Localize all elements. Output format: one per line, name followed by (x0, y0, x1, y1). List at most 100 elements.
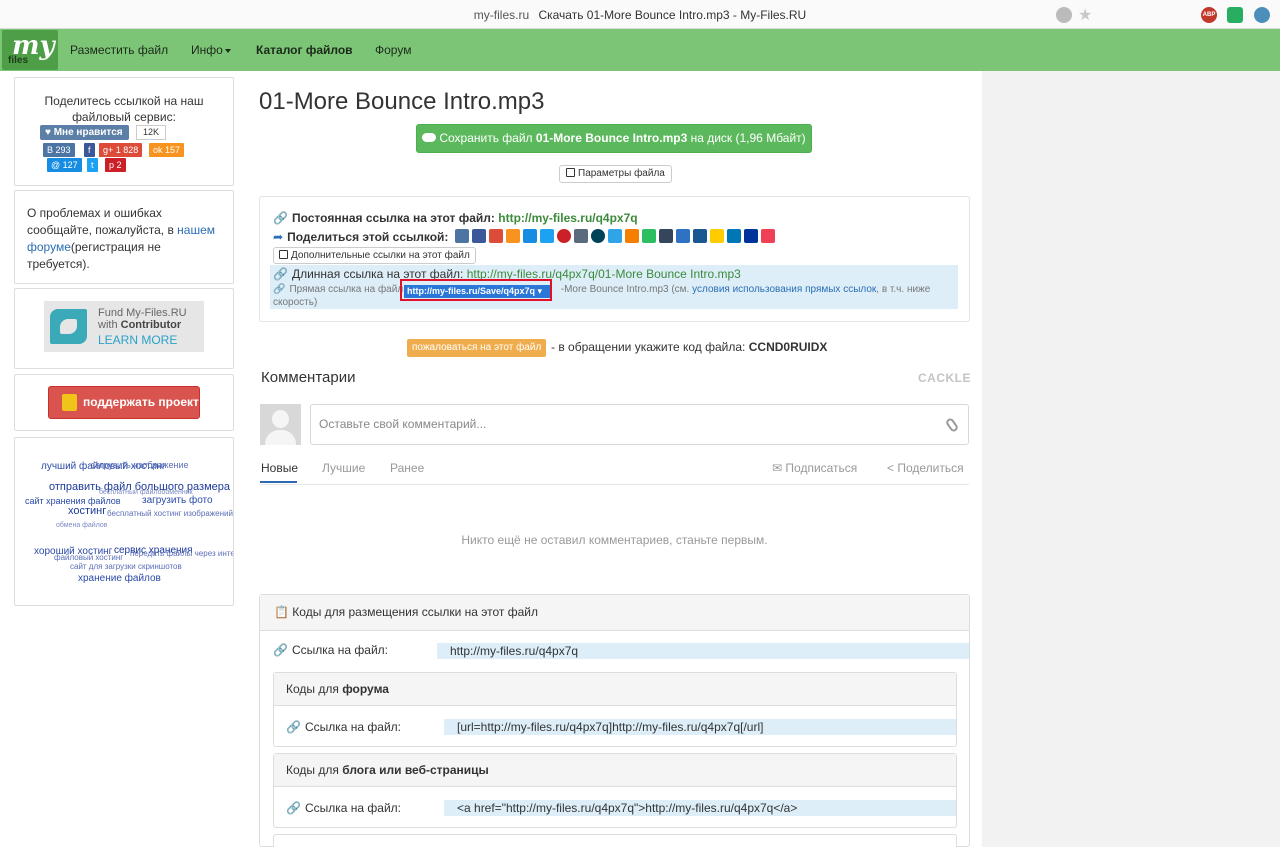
odnoklassniki-icon[interactable] (506, 229, 520, 243)
tumblr-icon[interactable] (659, 229, 673, 243)
cloud-download-icon (422, 133, 437, 143)
extra-links-button[interactable]: Дополнительные ссылки на этот файл (273, 247, 476, 264)
twitter-icon[interactable] (540, 229, 554, 243)
permanent-link-label: Постоянная ссылка на этот файл: (291, 211, 495, 225)
share-link-label: Поделиться этой ссылкой: (287, 230, 449, 244)
window-title-text: Скачать 01-More Bounce Intro.mp3 - My-Fi… (538, 8, 807, 22)
google-plus-icon[interactable] (489, 229, 503, 243)
extra-links-label: Дополнительные ссылки на этот файл (291, 250, 470, 261)
support-project-button[interactable]: поддержать проект (48, 386, 200, 419)
nav-upload-link[interactable]: Разместить файл (70, 43, 168, 57)
adblock-extension-icon[interactable]: ABP (1201, 7, 1217, 23)
vk-icon[interactable] (455, 229, 469, 243)
site-info-icon[interactable] (1056, 7, 1072, 23)
code-link-value[interactable]: http://my-files.ru/q4px7q (437, 643, 969, 659)
comment-input[interactable]: Оставьте свой комментарий... (310, 404, 969, 445)
tag-link[interactable]: загрузить изображение (91, 460, 189, 470)
direct-terms-link[interactable]: условия использования прямых ссылок (692, 284, 876, 295)
shield-extension-icon[interactable] (1227, 7, 1243, 23)
learn-more-link[interactable]: LEARN MORE (98, 333, 177, 347)
nav-forum-link[interactable]: Форум (375, 43, 411, 57)
tag-link[interactable]: передать файлы через интернет (130, 549, 233, 558)
forum-head-bold: форума (342, 682, 389, 696)
blog-link-label-text: Ссылка на файл: (304, 801, 401, 815)
vk-share-button[interactable]: B 293 (43, 143, 75, 157)
forum-code-value[interactable]: [url=http://my-files.ru/q4px7q]http://my… (444, 719, 956, 735)
mailru-share-button[interactable]: @ 127 (47, 158, 82, 172)
friendfeed-icon[interactable] (676, 229, 690, 243)
tag-link[interactable]: хостинг (68, 505, 106, 517)
forum-codes-panel: Коды для форума 🔗 Ссылка на файл: [url=ht… (273, 672, 957, 747)
complain-instruction: - в обращении укажите код файла: (551, 340, 749, 354)
pinterest-icon[interactable] (557, 229, 571, 243)
direct-link-see: (см. (668, 284, 693, 295)
save-to-disk-button[interactable]: Сохранить файл 01-More Bounce Intro.mp3 … (416, 124, 812, 153)
tab-best[interactable]: Лучшие (322, 461, 365, 475)
link-icon: 🔗 (273, 284, 286, 295)
googleplus-share-button[interactable]: g+ 1 828 (99, 143, 143, 157)
problems-panel: О проблемах и ошибках сообщайте, пожалуй… (14, 190, 234, 284)
heart-icon: ♥ (45, 127, 51, 138)
like-label: Мне нравится (53, 127, 123, 138)
permanent-link-url[interactable]: http://my-files.ru/q4px7q (498, 211, 637, 225)
link-icon: 🔗 (273, 267, 288, 281)
blog-code-value[interactable]: <a href="http://my-files.ru/q4px7q">http… (444, 800, 956, 816)
contributor-logo-icon (50, 309, 87, 344)
like-button[interactable]: ♥ Мне нравится (40, 125, 129, 140)
digg-icon[interactable] (693, 229, 707, 243)
params-label: Параметры файла (578, 168, 665, 179)
save-prefix: Сохранить файл (439, 131, 536, 145)
expand-icon (279, 249, 288, 259)
myspace-icon[interactable] (744, 229, 758, 243)
blogger-icon[interactable] (625, 229, 639, 243)
comment-placeholder: Оставьте свой комментарий... (319, 417, 487, 431)
odnoklassniki-share-button[interactable]: ok 157 (149, 143, 185, 157)
support-panel: поддержать проект (14, 374, 234, 431)
contributor-banner[interactable]: Fund My-Files.RU with Contributor LEARN … (44, 301, 204, 352)
blog-codes-header: Коды для блога или веб-страницы (274, 754, 956, 787)
code-link-label-text: Ссылка на файл: (291, 643, 388, 657)
copy-icon: 📋 (274, 605, 289, 619)
share-icon: < (887, 461, 895, 475)
extension-icon[interactable] (1254, 7, 1270, 23)
envelope-icon: ✉ (772, 461, 783, 475)
tag-link[interactable]: обмена файлов (56, 522, 108, 529)
linkedin-icon[interactable] (727, 229, 741, 243)
tag-link[interactable]: хранение файлов (78, 573, 161, 584)
blog-head-prefix: Коды для (286, 763, 343, 777)
paperclip-icon[interactable] (944, 416, 960, 434)
cackle-logo[interactable]: CACKLE (918, 371, 971, 385)
site-logo[interactable]: my files (2, 30, 58, 70)
page-title: 01-More Bounce Intro.mp3 (259, 88, 545, 115)
tag-link[interactable]: загрузить фото (142, 495, 213, 506)
livejournal-icon[interactable] (591, 229, 605, 243)
tab-earlier[interactable]: Ранее (390, 461, 424, 475)
pocket-icon[interactable] (761, 229, 775, 243)
file-code: CCND0RUIDX (748, 340, 828, 354)
link-share-icon[interactable] (574, 229, 588, 243)
evernote-icon[interactable] (642, 229, 656, 243)
share-title: Поделитесь ссылкой на наш файловый серви… (44, 94, 204, 124)
share-comments-button[interactable]: < Поделиться (887, 461, 964, 475)
yandex-icon[interactable] (710, 229, 724, 243)
surfingbird-icon[interactable] (608, 229, 622, 243)
facebook-share-button[interactable]: f (84, 143, 95, 157)
expand-icon (566, 167, 575, 177)
bookmark-star-icon[interactable]: ★ (1078, 5, 1092, 25)
like-count: 12K (136, 125, 167, 140)
tag-link[interactable]: бесплатный файлообменник (99, 489, 193, 496)
tag-link[interactable]: сайт для загрузки скриншотов (70, 562, 182, 571)
subscribe-button[interactable]: ✉ Подписаться (772, 461, 857, 475)
tag-link[interactable]: бесплатный хостинг изображений (107, 509, 233, 518)
tab-new[interactable]: Новые (261, 461, 298, 475)
save-suffix: на диск (1,96 Мбайт) (687, 131, 806, 145)
nav-info-dropdown[interactable]: Инфо (191, 43, 231, 57)
mailru-icon[interactable] (523, 229, 537, 243)
nav-catalog-link[interactable]: Каталог файлов (256, 43, 353, 57)
tag-link[interactable]: файловый хостинг (54, 553, 123, 562)
file-params-button[interactable]: Параметры файла (559, 165, 672, 183)
pinterest-share-button[interactable]: p 2 (105, 158, 126, 172)
facebook-icon[interactable] (472, 229, 486, 243)
twitter-share-button[interactable]: t (87, 158, 98, 172)
complain-button[interactable]: пожаловаться на этот файл (407, 339, 547, 357)
